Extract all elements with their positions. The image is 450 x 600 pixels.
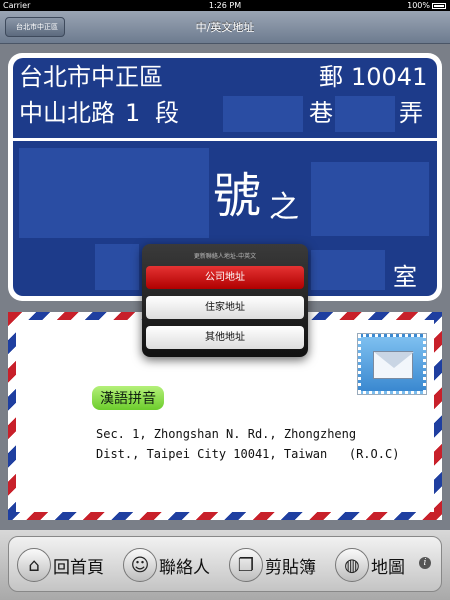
home-button[interactable]: ⌂ 回首頁 [17, 543, 104, 587]
home-label: 回首頁 [53, 557, 104, 578]
home-icon: ⌂ [17, 548, 51, 582]
floor-field[interactable] [95, 244, 139, 290]
popover-title: 更新聯絡人地址-中英文 [193, 253, 257, 260]
page-title: 中/英文地址 [195, 21, 255, 34]
company-address-button[interactable]: 公司地址 [146, 266, 304, 289]
address-line-2: Dist., Taipei City 10041, Taiwan (R.O.C) [96, 447, 400, 461]
contacts-label: 聯絡人 [159, 557, 210, 578]
road-label: 中山北路 [19, 99, 115, 127]
alley-field[interactable] [335, 96, 395, 132]
bottom-toolbar: ⌂ 回首頁 ☺ 聯絡人 ❐ 剪貼簿 ◍ 地圖 i [0, 530, 450, 600]
clipboard-button[interactable]: ❐ 剪貼簿 [229, 543, 316, 587]
section-unit: 段 [155, 99, 179, 127]
contacts-button[interactable]: ☺ 聯絡人 [123, 543, 210, 587]
alley-unit: 弄 [399, 99, 423, 127]
pinyin-badge: 漢語拼音 [92, 386, 164, 410]
clipboard-label: 剪貼簿 [265, 557, 316, 578]
lane-unit: 巷 [309, 99, 333, 127]
map-button[interactable]: ◍ 地圖 [335, 543, 405, 587]
navigation-bar: 中/英文地址 台北市中正區 [0, 11, 450, 44]
zip-prefix-label: 郵 [319, 63, 343, 91]
room-field[interactable] [311, 250, 385, 290]
number-field[interactable] [19, 148, 209, 238]
clipboard-icon: ❐ [229, 548, 263, 582]
address-line-1: Sec. 1, Zhongshan N. Rd., Zhongzheng [96, 427, 357, 441]
battery-indicator: 100% [407, 0, 446, 11]
update-contact-popover: 更新聯絡人地址-中英文 公司地址 住家地址 其他地址 [142, 244, 308, 357]
room-unit: 室 [393, 263, 417, 291]
city-district-label: 台北市中正區 [19, 63, 163, 91]
mail-icon [373, 351, 414, 379]
info-icon[interactable]: i [419, 557, 431, 569]
status-bar: Carrier 1:26 PM 100% [0, 0, 450, 11]
zip-code: 10041 [351, 63, 428, 91]
stamp [357, 333, 427, 395]
map-label: 地圖 [371, 557, 405, 578]
clock: 1:26 PM [208, 1, 242, 10]
back-button[interactable]: 台北市中正區 [5, 17, 65, 37]
toolbar-frame: ⌂ 回首頁 ☺ 聯絡人 ❐ 剪貼簿 ◍ 地圖 i [8, 536, 442, 592]
globe-icon: ◍ [335, 548, 369, 582]
of-char: 之 [269, 190, 299, 225]
other-address-button[interactable]: 其他地址 [146, 326, 304, 349]
number-unit: 號 [213, 168, 262, 224]
plate-divider [13, 138, 437, 141]
battery-percent: 100% [407, 1, 430, 10]
lane-field[interactable] [223, 96, 303, 132]
sub-number-field[interactable] [311, 162, 429, 236]
home-address-button[interactable]: 住家地址 [146, 296, 304, 319]
battery-icon [432, 3, 446, 9]
section-number: 1 [125, 99, 141, 127]
contact-icon: ☺ [123, 548, 157, 582]
english-address: Sec. 1, Zhongshan N. Rd., Zhongzheng Dis… [96, 424, 399, 464]
